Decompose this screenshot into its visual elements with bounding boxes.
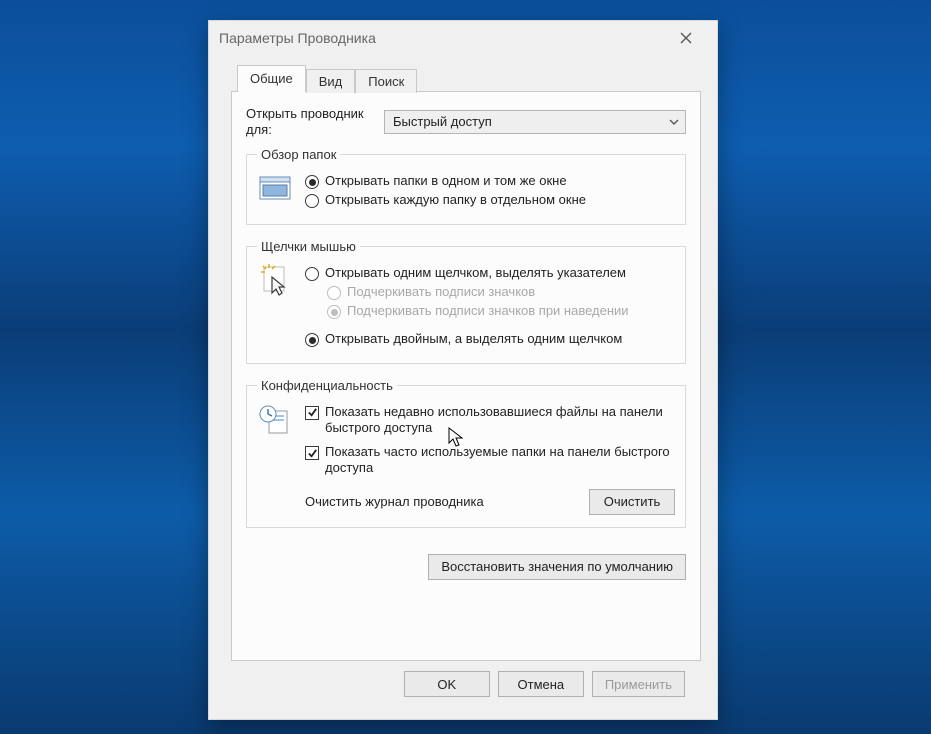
open-explorer-combo[interactable]: Быстрый доступ [384,110,686,134]
click-behavior-legend: Щелчки мышью [257,239,360,254]
cursor-click-icon [257,262,295,300]
open-explorer-value: Быстрый доступ [393,114,492,129]
check-frequent-folders[interactable]: Показать часто используемые папки на пан… [305,444,675,477]
check-recent-files[interactable]: Показать недавно использовавшиеся файлы … [305,404,675,437]
tab-view[interactable]: Вид [306,69,356,93]
tab-general[interactable]: Общие [237,65,306,92]
titlebar[interactable]: Параметры Проводника [209,21,717,55]
apply-button[interactable]: Применить [592,671,685,697]
radio-single-click[interactable]: Открывать одним щелчком, выделять указат… [305,265,675,281]
dialog-client: Общие Вид Поиск Открыть проводник для: Б… [209,55,717,709]
restore-defaults-button[interactable]: Восстановить значения по умолчанию [428,554,686,580]
ok-button[interactable]: OK [404,671,490,697]
close-icon [680,32,692,44]
cancel-button[interactable]: Отмена [498,671,584,697]
chevron-down-icon [669,115,679,130]
history-icon [257,401,295,439]
browse-folders-legend: Обзор папок [257,147,340,162]
clear-history-label: Очистить журнал проводника [305,494,579,509]
close-button[interactable] [665,23,707,53]
open-explorer-row: Открыть проводник для: Быстрый доступ [246,106,686,137]
tab-panel-general: Открыть проводник для: Быстрый доступ Об… [231,91,701,661]
folder-options-dialog: Параметры Проводника Общие Вид Поиск Отк… [208,20,718,720]
open-explorer-label: Открыть проводник для: [246,106,374,137]
click-behavior-group: Щелчки мышью [246,239,686,364]
privacy-legend: Конфиденциальность [257,378,397,393]
folder-window-icon [257,170,295,208]
radio-new-window[interactable]: Открывать каждую папку в отдельном окне [305,192,675,208]
dialog-footer: OK Отмена Применить [231,661,701,697]
radio-same-window[interactable]: Открывать папки в одном и том же окне [305,173,675,189]
privacy-group: Конфиденциальность [246,378,686,528]
clear-history-button[interactable]: Очистить [589,489,675,515]
tab-strip: Общие Вид Поиск [237,63,701,91]
browse-folders-group: Обзор папок Открывать папки в одном и то… [246,147,686,225]
radio-underline-always: Подчеркивать подписи значков [327,284,675,300]
radio-double-click[interactable]: Открывать двойным, а выделять одним щелч… [305,331,675,347]
radio-underline-hover: Подчеркивать подписи значков при наведен… [327,303,675,319]
tab-search[interactable]: Поиск [355,69,417,93]
dialog-title: Параметры Проводника [219,30,665,46]
